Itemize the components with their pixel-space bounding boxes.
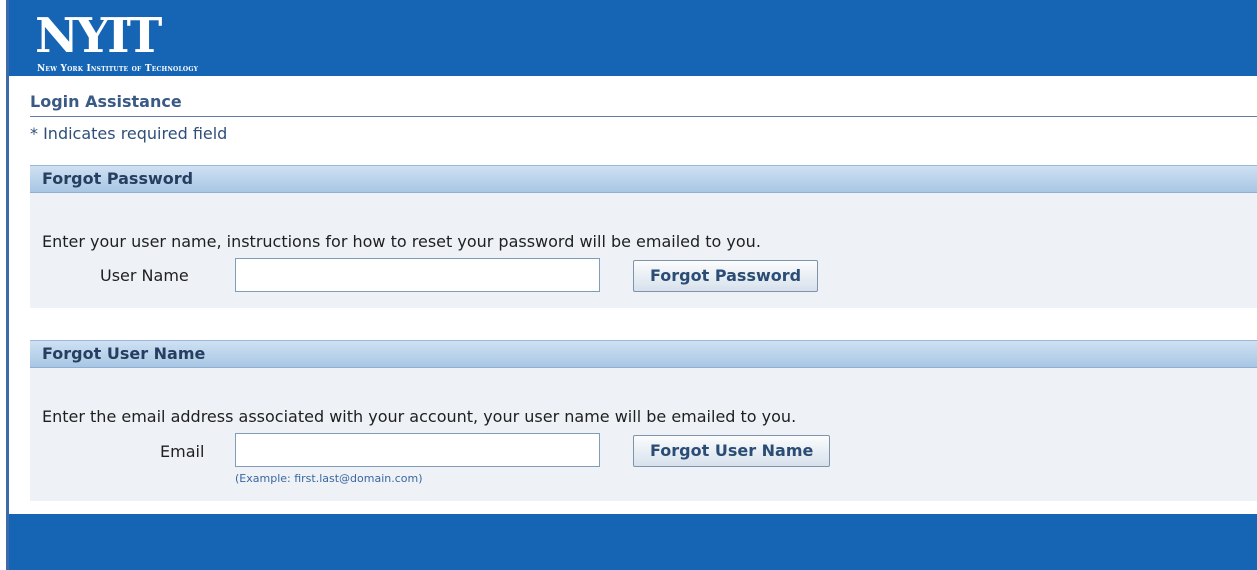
page-title: Login Assistance: [30, 92, 182, 111]
left-border: [6, 0, 9, 570]
title-divider: [30, 116, 1257, 117]
email-label: Email: [160, 442, 205, 461]
forgot-password-instructions: Enter your user name, instructions for h…: [42, 232, 761, 251]
user-name-input[interactable]: [235, 258, 600, 292]
required-field-note: * Indicates required field: [30, 124, 228, 143]
forgot-username-instructions: Enter the email address associated with …: [42, 407, 797, 426]
logo-subtitle: New York Institute of Technology: [37, 64, 199, 74]
forgot-username-button[interactable]: Forgot User Name: [633, 435, 831, 467]
page-frame: NYIT New York Institute of Technology Lo…: [0, 0, 1257, 570]
forgot-password-button[interactable]: Forgot Password: [633, 260, 819, 292]
nyit-logo: NYIT: [35, 8, 162, 64]
email-input[interactable]: [235, 433, 600, 467]
top-banner: NYIT New York Institute of Technology: [9, 0, 1257, 76]
bottom-banner: [9, 514, 1257, 570]
forgot-username-header: Forgot User Name: [30, 340, 1257, 368]
forgot-password-section: Forgot Password Enter your user name, in…: [30, 165, 1257, 308]
forgot-username-section: Forgot User Name Enter the email address…: [30, 340, 1257, 501]
user-name-label: User Name: [100, 266, 189, 285]
email-example-hint: (Example: first.last@domain.com): [235, 472, 423, 485]
forgot-password-header: Forgot Password: [30, 165, 1257, 193]
